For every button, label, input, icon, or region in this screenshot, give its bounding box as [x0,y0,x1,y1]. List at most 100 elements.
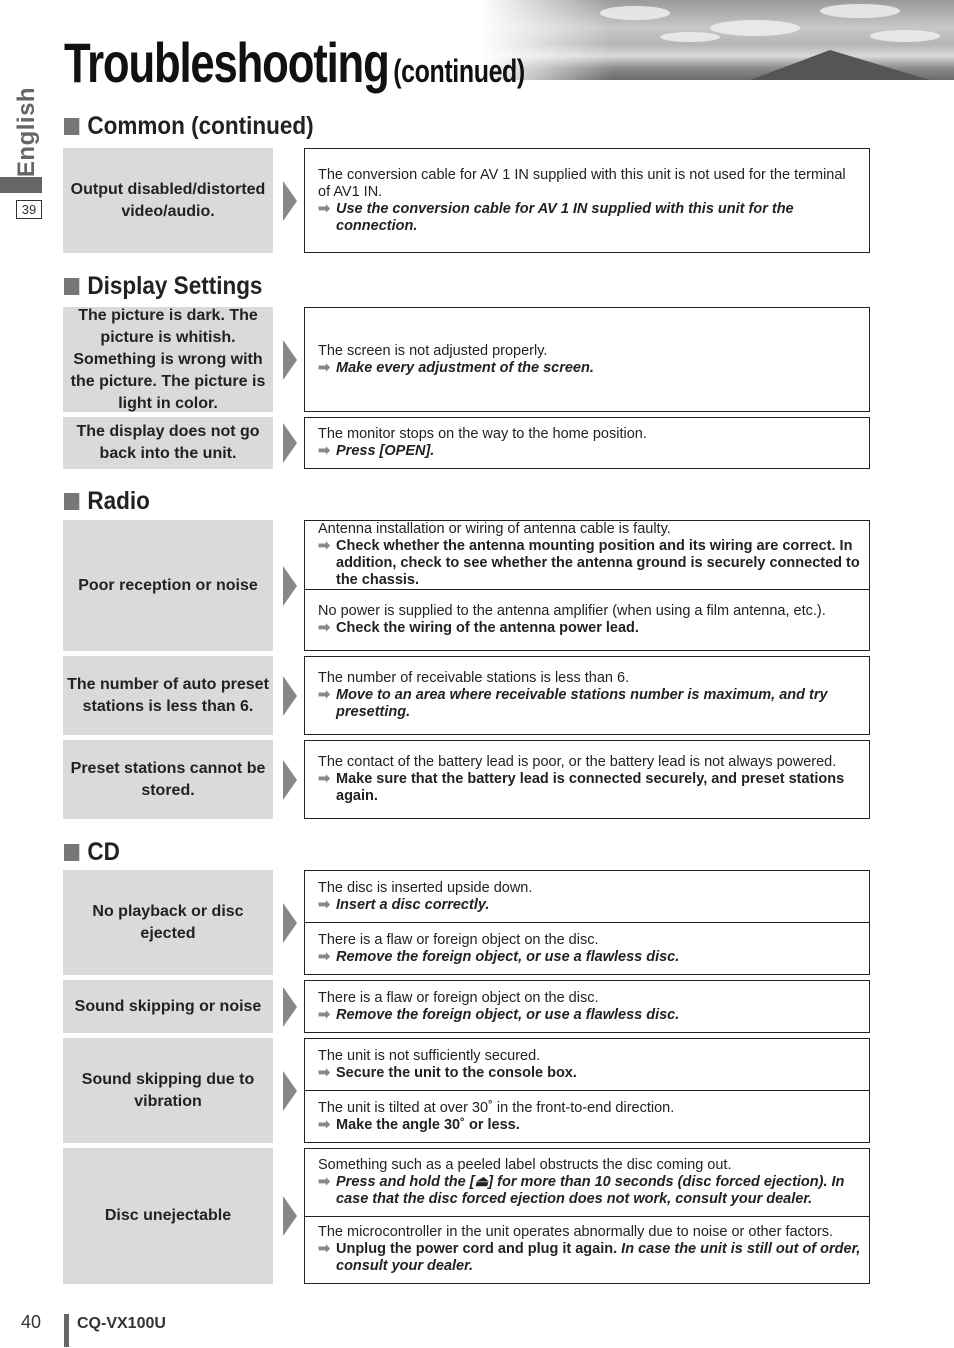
page-title: Troubleshooting (continued) [64,30,525,95]
triangle-arrow-icon [283,986,297,1027]
road-graphic [750,50,930,80]
fix-text: ➡ Remove the foreign object, or use a fla… [318,949,861,966]
solution-box: The monitor stops on the way to the home… [304,417,870,469]
troubleshooting-row: The display does not go back into the un… [63,417,870,469]
section-heading: Radio [64,487,150,515]
right-arrow-icon: ➡ [318,1241,331,1258]
fix-text: ➡ Remove the foreign object, or use a fla… [318,1007,861,1024]
fix-instruction: Check the wiring of the antenna power le… [336,620,639,636]
cause-solution-cell: Antenna installation or wiring of antenn… [305,521,869,589]
header-banner-image [480,0,954,80]
page-number: 40 [21,1312,42,1332]
solution-box: The screen is not adjusted properly. ➡ Mak… [304,307,870,412]
problem-label: The picture is dark. The picture is whit… [63,307,273,412]
cause-text: No power is supplied to the antenna ampl… [318,603,826,619]
right-arrow-icon: ➡ [318,687,331,703]
fix-text: ➡ Unplug the power cord and plug it again… [318,1241,861,1275]
right-arrow-icon: ➡ [318,1173,331,1190]
cause-solution-cell: Something such as a peeled label obstruc… [305,1149,869,1216]
language-label: English [13,86,41,178]
fix-instruction: Insert a disc correctly. [336,896,490,913]
fix-instruction: Make every adjustment of the screen. [336,359,594,376]
triangle-arrow-icon [283,339,297,380]
solution-box: The unit is not sufficiently secured. ➡ Se… [304,1038,870,1143]
solution-box: The conversion cable for AV 1 IN supplie… [304,148,870,253]
title-continued: (continued) [393,53,525,89]
cause-solution-cell: No power is supplied to the antenna ampl… [305,589,869,650]
language-tab: English [4,87,44,177]
solution-box: Something such as a peeled label obstruc… [304,1148,870,1284]
cause-solution-cell: There is a flaw or foreign object on the… [305,922,869,974]
section-heading-text: Display Settings [87,271,263,300]
title-main: Troubleshooting [64,31,390,94]
solution-box: The disc is inserted upside down. ➡ Insert… [304,870,870,975]
cause-solution-cell: The unit is tilted at over 30˚ in the fr… [305,1090,869,1142]
cause-text: The disc is inserted upside down. [318,879,533,896]
troubleshooting-row: Sound skipping due to vibration The unit … [63,1038,870,1143]
troubleshooting-row: Output disabled/distorted video/audio. Th… [63,148,870,253]
solution-box: There is a flaw or foreign object on the… [304,980,870,1033]
solution-box: The contact of the battery lead is poor,… [304,740,870,819]
section-square-icon [64,843,80,861]
triangle-arrow-icon [283,1070,297,1111]
triangle-arrow-icon [283,180,297,221]
troubleshooting-row: Preset stations cannot be stored. The con… [63,740,870,819]
problem-label: Preset stations cannot be stored. [63,740,273,819]
cause-text: There is a flaw or foreign object on the… [318,931,599,948]
cause-text: The unit is tilted at over 30˚ in the fr… [318,1099,675,1116]
cause-solution-cell: The conversion cable for AV 1 IN supplie… [305,149,869,252]
triangle-arrow-icon [283,759,297,800]
cause-solution-cell: There is a flaw or foreign object on the… [305,981,869,1032]
section-square-icon [64,117,80,135]
problem-label: Output disabled/distorted video/audio. [63,148,273,253]
problem-label: Sound skipping or noise [63,980,273,1033]
cause-text: The monitor stops on the way to the home… [318,426,647,442]
right-arrow-icon: ➡ [318,1006,331,1023]
solution-box: Antenna installation or wiring of antenn… [304,520,870,651]
right-arrow-icon: ➡ [318,948,331,965]
fix-text: ➡ Secure the unit to the console box. [318,1065,861,1082]
cause-text: Antenna installation or wiring of antenn… [318,521,671,537]
cause-text: The microcontroller in the unit operates… [318,1224,834,1241]
language-tab-bar [0,177,42,193]
triangle-arrow-icon [283,423,297,463]
fix-text: ➡ Use the conversion cable for AV 1 IN su… [318,201,861,235]
fix-text: ➡ Check the wiring of the antenna power l… [318,620,861,637]
solution-box: The number of receivable stations is les… [304,656,870,735]
right-arrow-icon: ➡ [318,538,331,554]
problem-label: The number of auto preset stations is le… [63,656,273,735]
troubleshooting-row: Sound skipping or noise There is a flaw o… [63,980,870,1033]
cause-solution-cell: The unit is not sufficiently secured. ➡ Se… [305,1039,869,1090]
right-arrow-icon: ➡ [318,896,331,913]
cause-text: The screen is not adjusted properly. [318,342,548,359]
troubleshooting-row: Poor reception or noise Antenna installat… [63,520,870,651]
problem-label: No playback or disc ejected [63,870,273,975]
fix-text: ➡ Press [OPEN]. [318,443,861,460]
fix-text: ➡ Make sure that the battery lead is conn… [318,771,861,805]
cause-text: The conversion cable for AV 1 IN supplie… [318,166,846,200]
fix-text: ➡ Press and hold the [⏏] for more than 10… [318,1174,861,1208]
cause-solution-cell: The microcontroller in the unit operates… [305,1215,869,1284]
problem-label: Sound skipping due to vibration [63,1038,273,1143]
troubleshooting-row: The number of auto preset stations is le… [63,656,870,735]
problem-label: The display does not go back into the un… [63,417,273,469]
troubleshooting-row: No playback or disc ejected The disc is i… [63,870,870,975]
section-heading: Display Settings [64,272,262,300]
cause-text: The unit is not sufficiently secured. [318,1047,541,1064]
right-arrow-icon: ➡ [318,359,331,376]
page-reference-box: 39 [16,200,42,219]
right-arrow-icon: ➡ [318,771,331,787]
problem-label: Disc unejectable [63,1148,273,1284]
fix-text: ➡ Move to an area where receivable statio… [318,687,861,721]
cause-solution-cell: The number of receivable stations is les… [305,657,869,734]
fix-instruction: Remove the foreign object, or use a flaw… [336,948,680,965]
cause-text: Something such as a peeled label obstruc… [318,1156,732,1173]
fix-instruction: Press and hold the [⏏] for more than 10 … [336,1173,845,1207]
right-arrow-icon: ➡ [318,200,331,217]
section-heading: Common (continued) [64,112,314,140]
right-arrow-icon: ➡ [318,1064,331,1081]
fix-instruction: Secure the unit to the console box. [336,1064,577,1081]
section-heading-text: Common (continued) [87,111,314,140]
cause-solution-cell: The monitor stops on the way to the home… [305,418,869,468]
fix-instruction: Make sure that the battery lead is conne… [336,771,845,804]
